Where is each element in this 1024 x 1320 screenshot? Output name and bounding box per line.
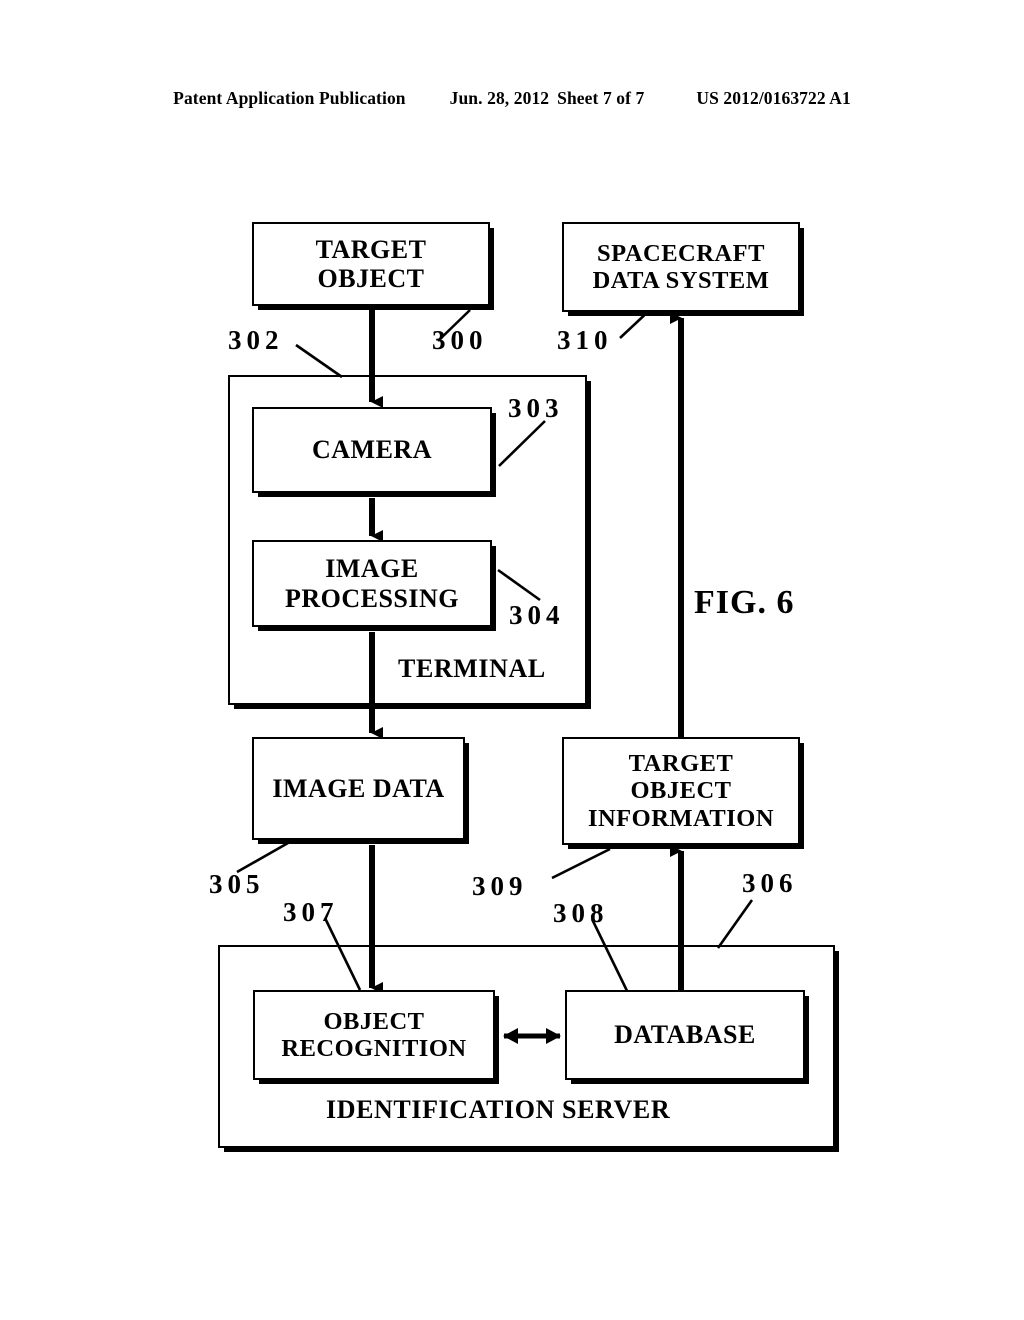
block-target-object-information-line2: OBJECT bbox=[630, 777, 732, 805]
leader-line-302 bbox=[295, 343, 343, 379]
figure-caption: FIG. 6 bbox=[694, 584, 795, 621]
reference-numeral-302: 302 bbox=[228, 325, 284, 355]
block-image-processing-line2: PROCESSING bbox=[284, 583, 460, 613]
terminal-label: TERMINAL bbox=[398, 654, 546, 683]
header-date-text: Jun. 28, 2012 bbox=[449, 88, 550, 108]
block-image-processing: IMAGE PROCESSING bbox=[252, 540, 492, 627]
block-object-recognition-line2: RECOGNITION bbox=[281, 1035, 467, 1062]
reference-numeral-308: 308 bbox=[553, 898, 609, 928]
block-spacecraft-data-system: SPACECRAFT DATA SYSTEM bbox=[562, 222, 800, 312]
block-target-object-line1: TARGET bbox=[315, 234, 427, 264]
header-publication-text: Patent Application Publication bbox=[173, 88, 406, 108]
block-target-object-information-line1: TARGET bbox=[628, 749, 734, 777]
reference-numeral-306: 306 bbox=[742, 868, 798, 898]
block-image-data: IMAGE DATA bbox=[252, 737, 465, 840]
leader-line-309 bbox=[551, 847, 611, 880]
leader-line-305 bbox=[236, 841, 289, 874]
identification-server-label: IDENTIFICATION SERVER bbox=[326, 1095, 671, 1124]
reference-numeral-304: 304 bbox=[509, 600, 565, 630]
reference-numeral-310: 310 bbox=[557, 325, 613, 355]
block-spacecraft-line2: DATA SYSTEM bbox=[592, 267, 770, 294]
block-target-object-line2: OBJECT bbox=[317, 264, 425, 293]
reference-numeral-307: 307 bbox=[283, 897, 339, 927]
block-target-object-information-line3: INFORMATION bbox=[587, 804, 775, 832]
reference-numeral-309: 309 bbox=[472, 871, 528, 901]
header-patent-number: US 2012/0163722 A1 bbox=[696, 88, 851, 108]
reference-numeral-305: 305 bbox=[209, 869, 265, 899]
block-spacecraft-line1: SPACECRAFT bbox=[597, 239, 765, 267]
reference-numeral-300: 300 bbox=[432, 325, 488, 355]
header-sheet-text: Sheet 7 of 7 bbox=[557, 88, 645, 108]
block-camera: CAMERA bbox=[252, 407, 492, 493]
block-database: DATABASE bbox=[565, 990, 805, 1080]
block-target-object: TARGET OBJECT bbox=[252, 222, 490, 306]
block-database-line1: DATABASE bbox=[614, 1020, 756, 1050]
publication-header: Patent Application Publication Jun. 28, … bbox=[0, 88, 1024, 114]
reference-numeral-303: 303 bbox=[508, 393, 564, 423]
block-camera-line1: CAMERA bbox=[312, 435, 432, 465]
block-image-processing-line1: IMAGE bbox=[325, 554, 419, 584]
patent-figure-page: Patent Application Publication Jun. 28, … bbox=[0, 0, 1024, 1320]
block-object-recognition-line1: OBJECT bbox=[323, 1007, 425, 1035]
leader-line-306 bbox=[716, 899, 754, 949]
leader-line-310 bbox=[619, 307, 653, 339]
block-target-object-information: TARGET OBJECT INFORMATION bbox=[562, 737, 800, 845]
block-object-recognition: OBJECT RECOGNITION bbox=[253, 990, 495, 1080]
block-image-data-line1: IMAGE DATA bbox=[272, 773, 445, 803]
